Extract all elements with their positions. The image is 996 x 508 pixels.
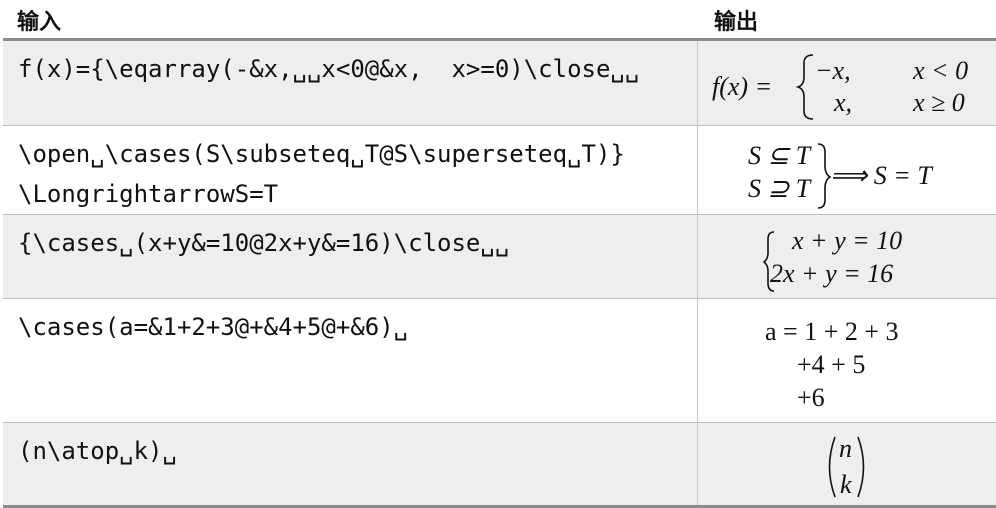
- output-cell: n k: [698, 423, 996, 507]
- case2-value: x,: [833, 88, 852, 117]
- equation1: x + y = 10: [791, 226, 902, 255]
- input-code: (n\atop␣k)␣: [3, 423, 697, 471]
- output-cell: S ⊆ T S ⊇ T ⟹ S = T: [698, 126, 996, 215]
- implication-result: ⟹ S = T: [830, 161, 933, 190]
- input-cell: \cases(a=&1+2+3@+&4+5@+&6)␣: [3, 299, 698, 423]
- aligned-sum: a = 1 + 2 + 3 +4 + 5 +6: [698, 299, 994, 422]
- cases-implication: S ⊆ T S ⊇ T ⟹ S = T: [698, 126, 994, 209]
- right-paren-icon: [858, 437, 864, 497]
- equation-system: x + y = 10 2x + y = 16: [698, 215, 994, 298]
- formula-lhs: f(x) =: [712, 72, 772, 101]
- piecewise-function: f(x) = −x, x < 0 x, x ≥ 0: [698, 41, 994, 125]
- input-code: \cases(a=&1+2+3@+&4+5@+&6)␣: [3, 299, 697, 347]
- output-column-header: 输出: [714, 4, 758, 36]
- output-cell: a = 1 + 2 + 3 +4 + 5 +6: [698, 299, 996, 423]
- table-row: f(x)={\eqarray(-&x,␣␣x<0@&x, x>=0)\close…: [3, 40, 996, 126]
- output-cell: f(x) = −x, x < 0 x, x ≥ 0: [698, 40, 996, 126]
- binomial-top: n: [839, 434, 852, 463]
- input-code: f(x)={\eqarray(-&x,␣␣x<0@&x, x>=0)\close…: [3, 41, 697, 89]
- sum-line3: +6: [797, 383, 825, 412]
- input-code: {\cases␣(x+y&=10@2x+y&=16)\close␣␣: [3, 215, 697, 263]
- rendered-formula: n k: [698, 423, 996, 504]
- case1-condition: x < 0: [912, 56, 968, 85]
- input-cell: {\cases␣(x+y&=10@2x+y&=16)\close␣␣: [3, 215, 698, 299]
- table-row: (n\atop␣k)␣ n k: [3, 423, 996, 507]
- input-line: \open␣\cases(S\subseteq␣T@S\superseteq␣T…: [18, 140, 625, 168]
- case1: S ⊆ T: [748, 141, 812, 170]
- input-column-header: 输入: [17, 4, 61, 36]
- rendered-formula: x + y = 10 2x + y = 16: [698, 215, 996, 298]
- left-brace-icon: [798, 55, 813, 119]
- input-cell: (n\atop␣k)␣: [3, 423, 698, 507]
- rendered-formula: a = 1 + 2 + 3 +4 + 5 +6: [698, 299, 996, 422]
- rendered-formula: f(x) = −x, x < 0 x, x ≥ 0: [698, 41, 996, 125]
- output-cell: x + y = 10 2x + y = 16: [698, 215, 996, 299]
- input-cell: \open␣\cases(S\subseteq␣T@S\superseteq␣T…: [3, 126, 698, 215]
- right-brace-icon: [818, 144, 830, 208]
- table-header: 输入 输出: [0, 0, 996, 38]
- table-row: {\cases␣(x+y&=10@2x+y&=16)\close␣␣ x + y…: [3, 215, 996, 299]
- examples-table: f(x)={\eqarray(-&x,␣␣x<0@&x, x>=0)\close…: [3, 38, 996, 508]
- input-line: \LongrightarrowS=T: [18, 180, 278, 208]
- case2: S ⊇ T: [748, 174, 812, 203]
- input-code: \open␣\cases(S\subseteq␣T@S\superseteq␣T…: [3, 126, 697, 214]
- binomial: n k: [698, 423, 994, 504]
- case2-condition: x ≥ 0: [912, 88, 965, 117]
- input-cell: f(x)={\eqarray(-&x,␣␣x<0@&x, x>=0)\close…: [3, 40, 698, 126]
- rendered-formula: S ⊆ T S ⊇ T ⟹ S = T: [698, 126, 996, 209]
- sum-line1: a = 1 + 2 + 3: [765, 317, 899, 346]
- table-row: \cases(a=&1+2+3@+&4+5@+&6)␣ a = 1 + 2 + …: [3, 299, 996, 423]
- case1-value: −x,: [815, 56, 851, 85]
- table-row: \open␣\cases(S\subseteq␣T@S\superseteq␣T…: [3, 126, 996, 215]
- binomial-bottom: k: [840, 470, 852, 499]
- sum-line2: +4 + 5: [797, 350, 865, 379]
- equation2: 2x + y = 16: [770, 259, 893, 288]
- left-paren-icon: [830, 437, 836, 497]
